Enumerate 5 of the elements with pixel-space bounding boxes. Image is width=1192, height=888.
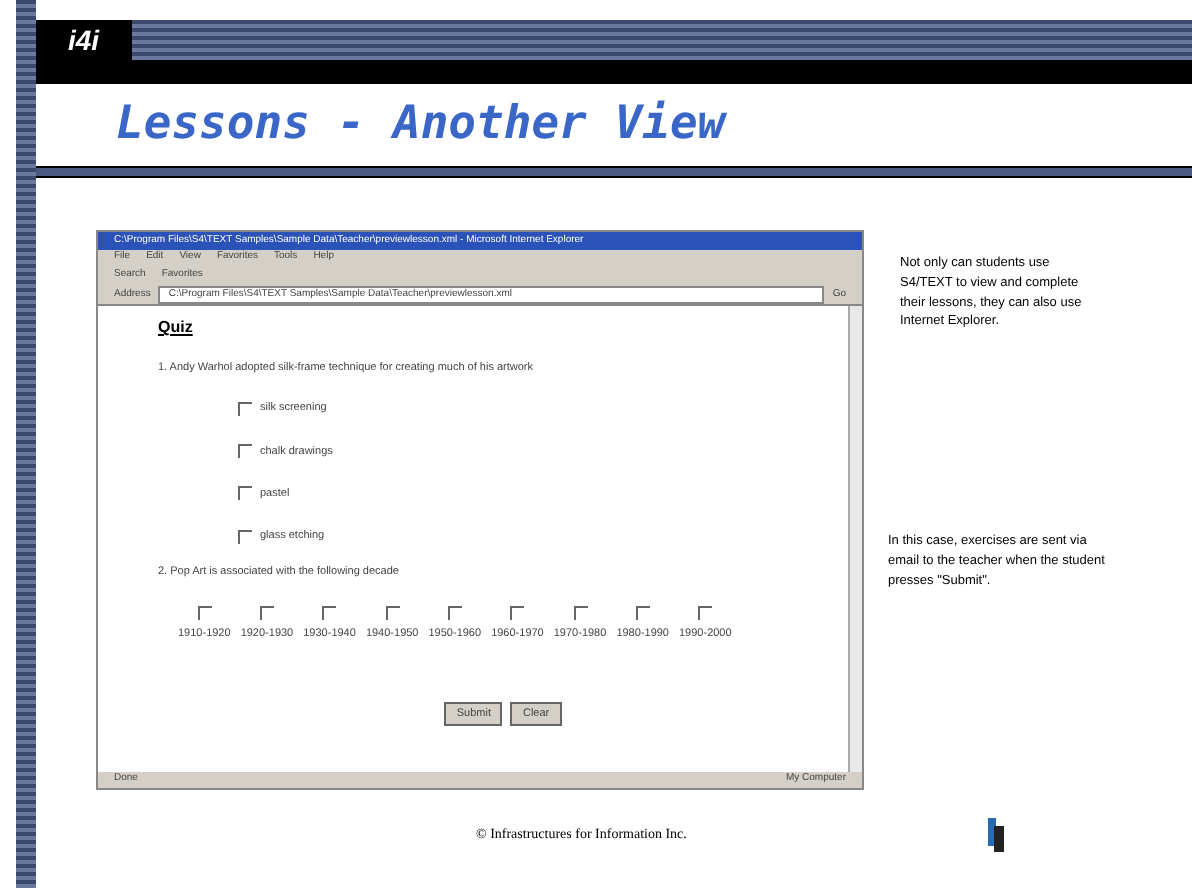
logo-icon <box>986 814 1007 854</box>
logo: i4i <box>66 22 102 60</box>
quiz-heading: Quiz <box>158 316 195 340</box>
slide-title: Lessons - Another View <box>116 96 726 155</box>
scrollbar[interactable] <box>848 306 862 772</box>
